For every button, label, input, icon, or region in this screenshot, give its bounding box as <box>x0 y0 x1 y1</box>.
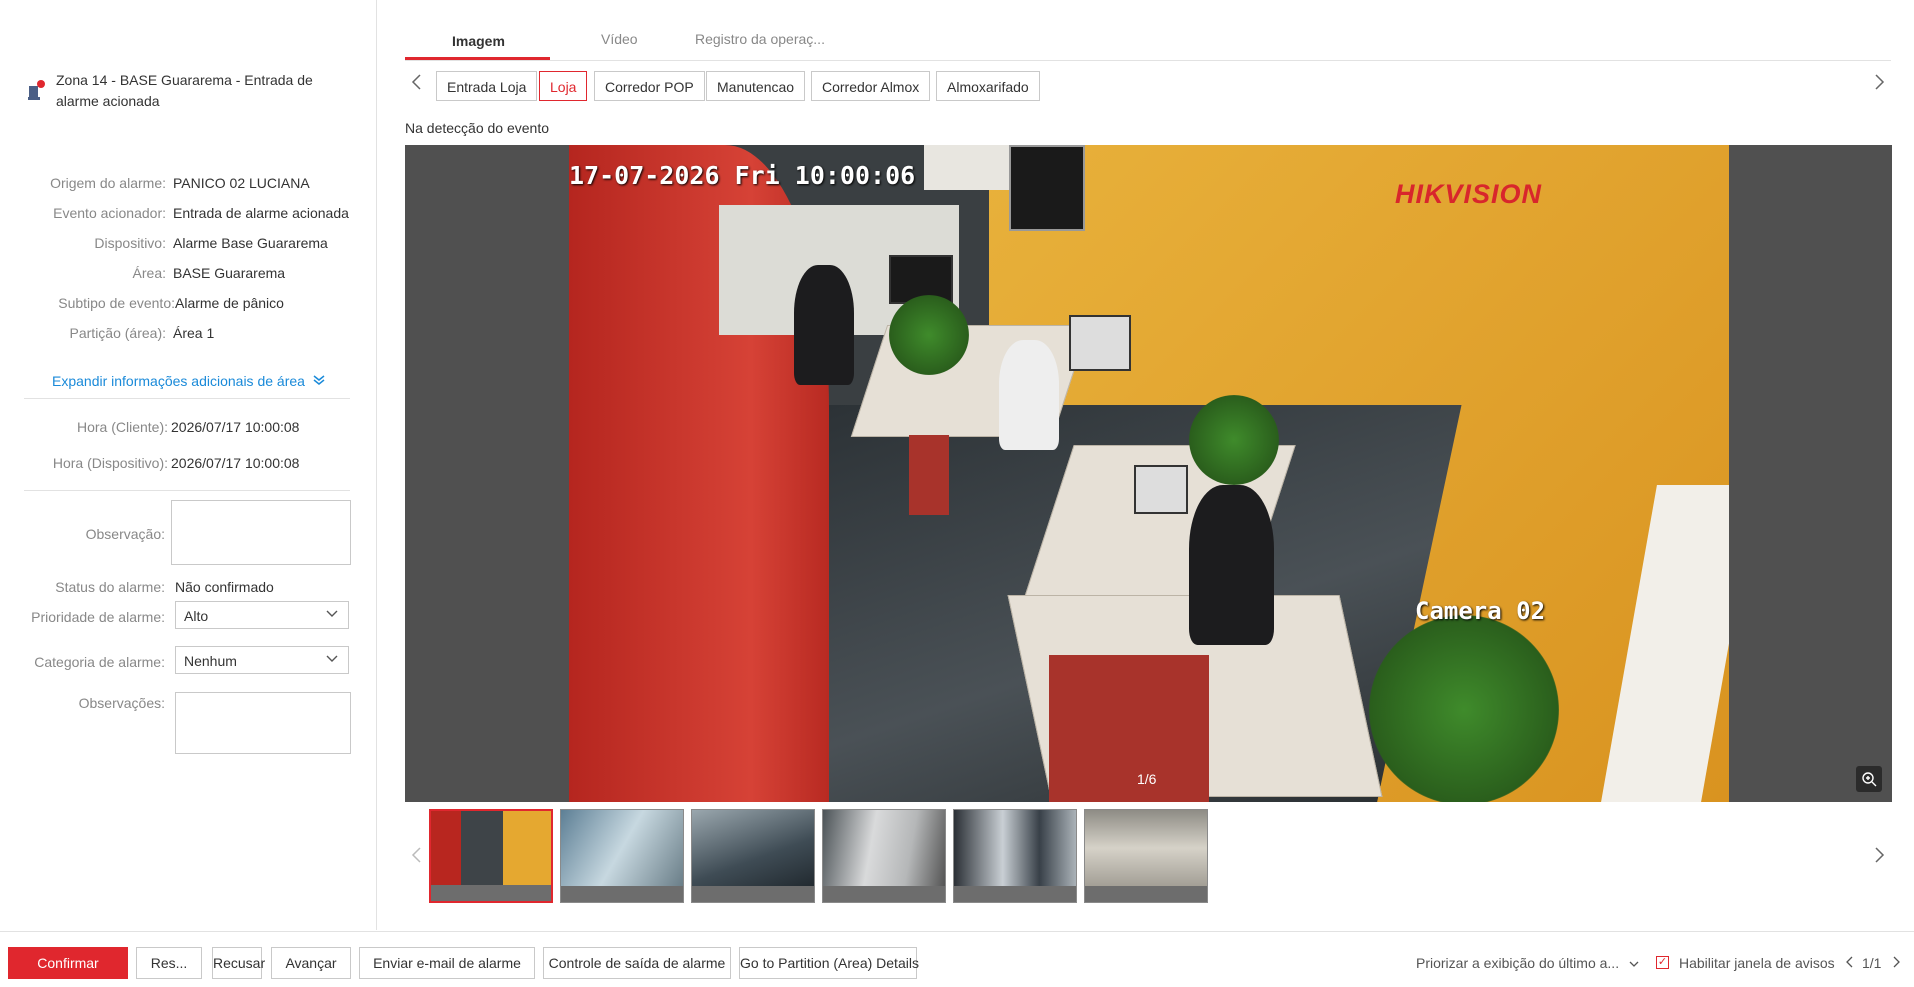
chevron-down-icon <box>326 653 338 666</box>
chevron-right-icon[interactable] <box>1872 72 1886 98</box>
partition-details-button[interactable]: Go to Partition (Area) Details <box>739 947 919 979</box>
scene-tv <box>1009 145 1085 231</box>
chevron-right-icon[interactable] <box>1872 845 1886 871</box>
alarm-origin-value: PANICO 02 LUCIANA <box>173 175 310 191</box>
alarm-status-label: Status do alarme: <box>55 579 165 595</box>
prioritize-display-dropdown[interactable]: Priorizar a exibição do último a... <box>1416 955 1639 971</box>
camera-snapshot: 17-07-2026 Fri 10:00:06 HIKVISION Camera… <box>569 145 1729 802</box>
expand-area-info-label: Expandir informações adicionais de área <box>52 373 305 389</box>
event-subtype-label: Subtipo de evento: <box>58 295 175 311</box>
image-counter: 1/6 <box>1137 771 1157 787</box>
alarm-origin-label: Origem do alarme: <box>50 175 166 191</box>
advance-button[interactable]: Avançar <box>271 947 351 979</box>
snapshot-viewer[interactable]: 17-07-2026 Fri 10:00:06 HIKVISION Camera… <box>405 145 1892 802</box>
category-select[interactable]: Nenhum <box>175 646 349 674</box>
thumbnail-6[interactable] <box>1084 809 1208 903</box>
thumbnail-4[interactable] <box>822 809 946 903</box>
alarm-details-panel: Zona 14 - BASE Guararema - Entrada de al… <box>0 0 377 930</box>
video-timestamp: 17-07-2026 Fri 10:00:06 <box>569 161 916 190</box>
thumbnail-1[interactable] <box>429 809 553 903</box>
notes-label: Observações: <box>78 695 165 711</box>
scene-desk-side <box>909 435 949 515</box>
scene-plant <box>1189 395 1279 485</box>
category-select-value: Nenhum <box>184 653 237 669</box>
scene-plant <box>889 295 969 375</box>
category-label: Categoria de alarme: <box>34 654 165 670</box>
trigger-event-value: Entrada de alarme acionada <box>173 205 349 221</box>
camera-tab-almoxarifado[interactable]: Almoxarifado <box>936 71 1040 101</box>
device-time-label: Hora (Dispositivo): <box>52 455 168 471</box>
send-email-button[interactable]: Enviar e-mail de alarme <box>359 947 535 979</box>
brand-watermark: HIKVISION <box>1395 179 1543 209</box>
thumbnail-3[interactable] <box>691 809 815 903</box>
double-chevron-down-icon <box>313 373 325 389</box>
prioritize-display-label: Priorizar a exibição do último a... <box>1416 955 1620 971</box>
area-label: Área: <box>132 265 166 281</box>
scene-person <box>999 340 1059 450</box>
tab-video[interactable]: Vídeo <box>601 31 638 47</box>
partition-label: Partição (área): <box>69 325 166 341</box>
tab-image[interactable]: Imagem <box>452 33 505 49</box>
chevron-left-icon[interactable] <box>1846 955 1854 971</box>
alarm-output-control-button[interactable]: Controle de saída de alarme <box>543 947 731 979</box>
footer-divider <box>0 931 1914 932</box>
camera-tab-corredor-pop[interactable]: Corredor POP <box>594 71 705 101</box>
scene-person <box>1189 485 1274 645</box>
event-subtype-value: Alarme de pânico <box>175 295 284 311</box>
scene-laptop <box>1134 465 1188 514</box>
scene-plant <box>1369 615 1559 802</box>
camera-tab-manutencao[interactable]: Manutencao <box>706 71 806 101</box>
alarm-device-icon <box>28 80 46 100</box>
camera-tab-loja[interactable]: Loja <box>539 71 588 101</box>
alarm-title: Zona 14 - BASE Guararema - Entrada de al… <box>56 72 313 109</box>
refuse-button[interactable]: Recusar <box>212 947 265 979</box>
chevron-left-icon[interactable] <box>410 845 424 871</box>
event-caption: Na detecção do evento <box>405 120 549 136</box>
media-tabs: Imagem Vídeo Registro da operaç... <box>405 30 1891 61</box>
enable-popup-checkbox[interactable]: ✓ <box>1656 956 1669 969</box>
scene-desk-side <box>1049 655 1209 802</box>
expand-area-info-link[interactable]: Expandir informações adicionais de área <box>52 373 325 389</box>
divider <box>24 490 350 491</box>
priority-select[interactable]: Alto <box>175 601 349 629</box>
chevron-down-icon <box>326 608 338 621</box>
thumbnail-5[interactable] <box>953 809 1077 903</box>
confirm-button[interactable]: Confirmar <box>8 947 128 979</box>
scene-person <box>794 265 854 385</box>
enable-popup-label: Habilitar janela de avisos <box>1679 955 1835 971</box>
camera-tab-corredor-almox[interactable]: Corredor Almox <box>811 71 931 101</box>
camera-name-overlay: Camera 02 <box>1415 597 1546 625</box>
observation-label: Observação: <box>85 526 165 542</box>
alarm-status-value: Não confirmado <box>175 579 274 595</box>
chevron-down-icon <box>1629 955 1639 971</box>
chevron-right-icon[interactable] <box>1892 955 1900 971</box>
client-time-value: 2026/07/17 10:00:08 <box>171 419 300 435</box>
thumbnail-2[interactable] <box>560 809 684 903</box>
partition-value: Área 1 <box>173 325 215 341</box>
priority-label: Prioridade de alarme: <box>31 609 165 625</box>
chevron-left-icon[interactable] <box>410 72 424 98</box>
device-time-value: 2026/07/17 10:00:08 <box>171 455 300 471</box>
zoom-in-icon[interactable] <box>1856 766 1882 792</box>
camera-tab-entrada-loja[interactable]: Entrada Loja <box>436 71 538 101</box>
tab-operation-log[interactable]: Registro da operaç... <box>695 31 825 47</box>
pager-text: 1/1 <box>1862 955 1882 971</box>
priority-select-value: Alto <box>184 608 209 624</box>
observation-field[interactable] <box>171 500 351 565</box>
active-tab-indicator <box>405 57 550 60</box>
trigger-event-label: Evento acionador: <box>53 205 166 221</box>
alarm-header: Zona 14 - BASE Guararema - Entrada de al… <box>28 70 348 112</box>
res-button[interactable]: Res... <box>136 947 202 979</box>
notes-field[interactable] <box>175 692 351 754</box>
divider <box>24 398 350 399</box>
client-time-label: Hora (Cliente): <box>76 419 168 435</box>
device-value: Alarme Base Guararema <box>173 235 328 251</box>
device-label: Dispositivo: <box>94 235 166 251</box>
scene-monitor <box>1069 315 1131 371</box>
area-value: BASE Guararema <box>173 265 286 281</box>
